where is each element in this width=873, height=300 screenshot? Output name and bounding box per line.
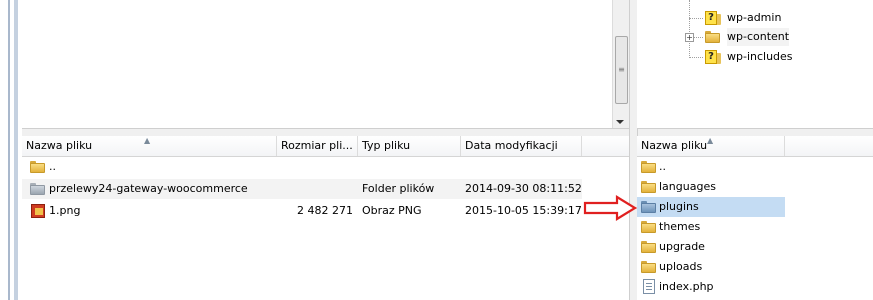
question-folder-icon: ? xyxy=(705,11,721,25)
cell-name: .. xyxy=(49,160,56,173)
column-header-label: Nazwa pliku xyxy=(641,139,708,152)
folder-icon xyxy=(641,161,656,173)
folder-icon xyxy=(641,241,656,253)
annotation-arrow-icon xyxy=(583,195,637,221)
remote-row-themes[interactable]: themes xyxy=(637,217,873,237)
remote-row-plugins[interactable]: plugins xyxy=(637,197,785,217)
folder-icon xyxy=(705,31,720,43)
cell-name: themes xyxy=(659,220,701,233)
folder-icon xyxy=(641,181,656,193)
folder-icon xyxy=(30,161,45,173)
cell-name: upgrade xyxy=(659,240,705,253)
cell-name: 1.png xyxy=(49,204,81,217)
folder-icon xyxy=(641,221,656,233)
tree-connector xyxy=(689,0,690,58)
local-row-file[interactable]: 1.png 2 482 271 Obraz PNG 2015-10-05 15:… xyxy=(22,201,582,221)
grey-folder-icon xyxy=(30,183,45,195)
column-header-type[interactable]: Typ pliku xyxy=(358,136,461,156)
column-header-label: Typ pliku xyxy=(362,139,411,152)
remote-row-upgrade[interactable]: upgrade xyxy=(637,237,873,257)
cell-type: Folder plików xyxy=(362,182,435,195)
column-header-label: Nazwa pliku xyxy=(26,139,93,152)
expand-plus-icon[interactable]: + xyxy=(685,33,694,42)
window-frame-left xyxy=(0,0,22,300)
cell-name: index.php xyxy=(659,280,714,293)
local-list-header: Nazwa pliku ▲ Rozmiar pli... Typ pliku D… xyxy=(22,136,629,157)
cell-date: 2014-09-30 08:11:52 xyxy=(465,182,582,195)
tree-connector xyxy=(689,18,703,19)
tree-connector xyxy=(689,57,703,58)
cell-name: languages xyxy=(659,180,716,193)
sort-up-icon: ▲ xyxy=(144,136,151,145)
remote-list-header: Nazwa pliku ▲ xyxy=(637,136,873,157)
cell-name: przelewy24-gateway-woocommerce xyxy=(49,182,248,195)
grip-icon: ≡ xyxy=(618,65,625,74)
local-directory-tree-pane[interactable] xyxy=(22,0,628,130)
folder-icon xyxy=(641,261,656,273)
tree-item-label: wp-admin xyxy=(727,11,782,24)
column-header-size[interactable]: Rozmiar pli... xyxy=(277,136,358,156)
scrollbar-thumb[interactable]: ≡ xyxy=(615,36,628,104)
local-row-parent[interactable]: .. xyxy=(22,157,582,177)
frame-bar xyxy=(8,0,10,300)
frame-bar xyxy=(14,0,18,300)
cell-name: .. xyxy=(659,160,666,173)
tree-connector xyxy=(693,37,703,38)
tree-item-label: wp-content xyxy=(727,28,790,46)
remote-row-index-php[interactable]: index.php xyxy=(637,277,873,297)
column-header-label: Rozmiar pli... xyxy=(281,139,353,152)
file-icon xyxy=(643,279,655,294)
remote-row-uploads[interactable]: uploads xyxy=(637,257,873,277)
cell-size: 2 482 271 xyxy=(297,204,353,217)
remote-row-parent[interactable]: .. xyxy=(637,157,873,177)
local-file-list[interactable]: Nazwa pliku ▲ Rozmiar pli... Typ pliku D… xyxy=(22,136,629,300)
local-tree-scrollbar[interactable]: ≡ xyxy=(612,0,629,128)
remote-directory-tree-pane: ? wp-admin + wp-content ? wp-includes xyxy=(637,0,873,128)
scroll-down-arrow-icon[interactable] xyxy=(616,120,624,124)
png-image-icon xyxy=(31,204,45,218)
cell-name: plugins xyxy=(659,200,699,213)
column-header-label: Data modyfikacji xyxy=(465,139,558,152)
tree-item-label: wp-includes xyxy=(727,50,793,63)
local-row-folder[interactable]: przelewy24-gateway-woocommerce Folder pl… xyxy=(22,179,582,199)
cell-name: uploads xyxy=(659,260,703,273)
column-header-date[interactable]: Data modyfikacji xyxy=(461,136,582,156)
cell-date: 2015-10-05 15:39:17 xyxy=(465,204,582,217)
remote-file-list[interactable]: Nazwa pliku ▲ .. languages plugins theme… xyxy=(637,136,873,300)
blue-folder-icon xyxy=(641,201,656,213)
question-folder-icon: ? xyxy=(705,50,721,64)
cell-size xyxy=(281,179,353,199)
remote-row-languages[interactable]: languages xyxy=(637,177,873,197)
cell-type: Obraz PNG xyxy=(362,204,422,217)
sort-up-icon: ▲ xyxy=(707,136,714,145)
